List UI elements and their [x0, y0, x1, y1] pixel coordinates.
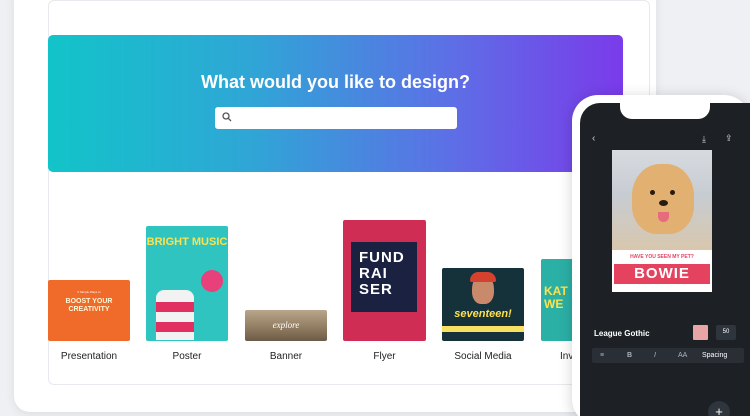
back-icon[interactable]: ‹: [592, 133, 595, 144]
tile-text: FUND RAI SER: [359, 249, 405, 298]
font-name[interactable]: League Gothic: [594, 329, 650, 338]
search-input[interactable]: [215, 107, 457, 129]
dog-photo: [612, 150, 712, 250]
design-label-presentation[interactable]: Presentation: [48, 351, 130, 362]
color-swatch[interactable]: [693, 325, 708, 340]
design-label-banner[interactable]: Banner: [245, 351, 327, 362]
italic-button[interactable]: I: [654, 348, 656, 363]
design-tile-presentation[interactable]: 5 Simple Ways to BOOST YOUR CREATIVITY: [48, 280, 130, 341]
phone-mockup: ‹ ⤓ ⇪ HAVE YOU SEEN MY PET? BOWIE League…: [572, 95, 750, 416]
tile-text: seventeen!: [454, 308, 512, 320]
poster-caption: HAVE YOU SEEN MY PET?: [630, 254, 694, 260]
design-label-social-media[interactable]: Social Media: [442, 351, 524, 362]
tile-text: explore: [272, 320, 300, 330]
font-separator: :: [646, 329, 649, 338]
hero-title: What would you like to design?: [201, 72, 470, 92]
text-toolbar: ≡ B I AA Spacing: [592, 348, 744, 363]
case-button[interactable]: AA: [678, 348, 687, 363]
download-icon[interactable]: ⤓: [702, 134, 706, 145]
design-tile-social-media[interactable]: seventeen!: [442, 268, 524, 341]
phone-notch: [620, 103, 710, 119]
tile-subtext: 5 Simple Ways to: [77, 290, 101, 294]
design-label-poster[interactable]: Poster: [146, 351, 228, 362]
drum-illustration: [156, 290, 194, 340]
phone-screen: ‹ ⤓ ⇪ HAVE YOU SEEN MY PET? BOWIE League…: [580, 103, 750, 416]
search-icon: [222, 112, 232, 122]
poster-name: BOWIE: [614, 264, 710, 284]
tile-text: BOOST YOUR CREATIVITY: [65, 298, 113, 313]
design-preview[interactable]: HAVE YOU SEEN MY PET? BOWIE: [612, 150, 712, 292]
share-icon[interactable]: ⇪: [725, 133, 733, 144]
spacing-button[interactable]: Spacing: [702, 348, 727, 363]
add-button[interactable]: +: [708, 401, 730, 416]
font-size-field[interactable]: 50: [716, 325, 736, 340]
hat-illustration: [470, 272, 496, 282]
dog-illustration: [632, 164, 694, 234]
tile-text: BRIGHT MUSIC: [146, 236, 228, 248]
bold-button[interactable]: B: [627, 348, 632, 363]
flyer-textbox: FUND RAI SER: [351, 242, 417, 312]
hero-banner: What would you like to design?: [48, 35, 623, 172]
tile-subbar: [442, 326, 524, 332]
decor-circle: [201, 270, 223, 292]
design-tile-banner[interactable]: explore: [245, 310, 327, 341]
design-label-flyer[interactable]: Flyer: [343, 351, 426, 362]
align-icon[interactable]: ≡: [600, 348, 604, 363]
design-tile-flyer[interactable]: FUND RAI SER: [343, 220, 426, 341]
design-tile-poster[interactable]: BRIGHT MUSIC: [146, 226, 228, 341]
